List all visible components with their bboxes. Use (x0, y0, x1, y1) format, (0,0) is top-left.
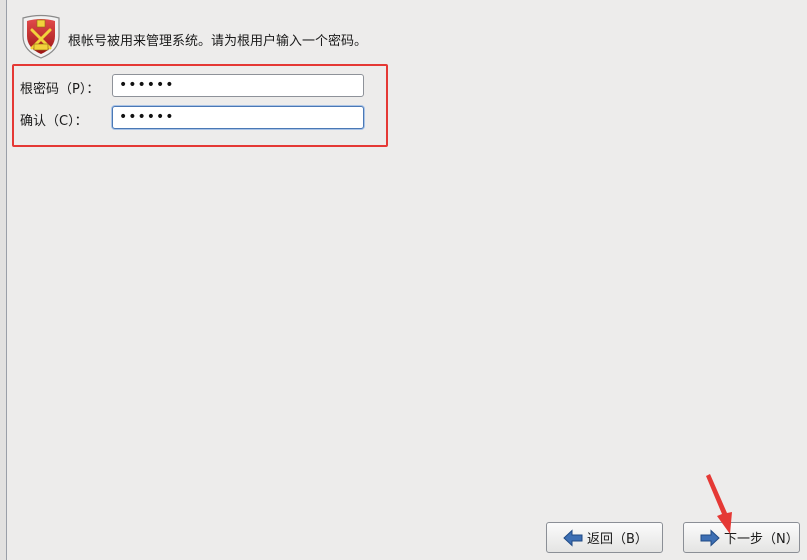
window-left-edge (0, 0, 7, 560)
back-button-label: 返回（B） (587, 532, 648, 547)
root-password-input[interactable]: •••••• (112, 74, 364, 97)
next-button[interactable]: 下一步（N） (683, 522, 800, 553)
confirm-password-label: 确认（C）： (20, 114, 88, 129)
page-description: 根帐号被用来管理系统。请为根用户输入一个密码。 (68, 34, 368, 49)
root-password-label: 根密码（P）： (20, 82, 100, 97)
shield-emblem-icon (22, 14, 60, 59)
confirm-password-input[interactable]: •••••• (112, 106, 364, 129)
arrow-right-icon (700, 528, 720, 547)
back-button[interactable]: 返回（B） (546, 522, 663, 553)
next-button-label: 下一步（N） (724, 532, 799, 547)
arrow-left-icon (563, 528, 583, 547)
